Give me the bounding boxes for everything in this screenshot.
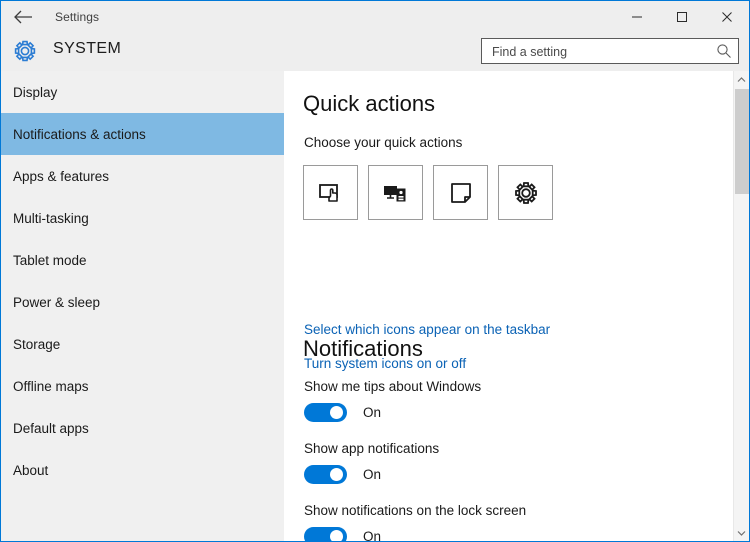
tablet-mode-icon	[318, 183, 338, 202]
settings-window: Settings SYSTEM Find a setting Display N…	[0, 0, 750, 542]
quick-action-tiles	[303, 165, 553, 220]
search-box[interactable]	[481, 38, 739, 65]
note-icon	[450, 182, 471, 203]
toggle-state-label: On	[363, 529, 382, 541]
settings-content: Quick actions Choose your quick actions	[286, 71, 733, 541]
setting-label-show-app-notifications: Show app notifications	[304, 441, 440, 456]
notifications-heading: Notifications	[303, 336, 423, 361]
toggle-show-tips[interactable]	[304, 403, 347, 422]
setting-row-lock-screen-notifications: On	[304, 527, 381, 541]
sidebar-item-apps-features[interactable]: Apps & features	[1, 155, 284, 197]
chevron-up-icon	[737, 76, 746, 82]
sidebar-item-label: Multi-tasking	[13, 210, 89, 226]
sidebar-item-offline-maps[interactable]: Offline maps	[1, 365, 284, 407]
sidebar-item-label: About	[13, 462, 49, 478]
sidebar-item-storage[interactable]: Storage	[1, 323, 284, 365]
page-title: SYSTEM	[53, 40, 122, 57]
quick-actions-subtitle: Choose your quick actions	[304, 135, 463, 150]
close-icon	[721, 11, 732, 22]
window-controls	[614, 1, 749, 32]
title-bar: Settings	[1, 1, 749, 32]
quick-action-tile-note[interactable]	[433, 165, 488, 220]
system-gear-icon	[11, 37, 39, 65]
back-arrow-icon	[14, 10, 32, 23]
sidebar-item-label: Power & sleep	[13, 294, 101, 310]
chevron-down-icon	[737, 530, 746, 536]
toggle-knob	[330, 468, 343, 481]
setting-label-lock-screen-notifications: Show notifications on the lock screen	[304, 503, 527, 518]
minimize-button[interactable]	[614, 1, 659, 32]
setting-label-show-tips: Show me tips about Windows	[304, 379, 482, 394]
sidebar-item-multi-tasking[interactable]: Multi-tasking	[1, 197, 284, 239]
close-button[interactable]	[704, 1, 749, 32]
setting-row-show-tips: On	[304, 403, 381, 422]
scrollbar-up-button[interactable]	[734, 71, 749, 88]
quick-actions-heading: Quick actions	[303, 91, 436, 116]
sidebar-item-label: Apps & features	[13, 168, 110, 184]
connect-display-icon	[383, 185, 405, 201]
toggle-state-label: On	[363, 467, 382, 482]
sidebar-item-label: Tablet mode	[13, 252, 87, 268]
search-input[interactable]	[490, 39, 709, 65]
toggle-show-app-notifications[interactable]	[304, 465, 347, 484]
quick-action-tile-connect[interactable]	[368, 165, 423, 220]
sidebar-item-label: Storage	[13, 336, 61, 352]
sidebar-item-notifications-actions[interactable]: Notifications & actions	[1, 113, 284, 155]
quick-action-tile-tablet-mode[interactable]	[303, 165, 358, 220]
sidebar-item-label: Offline maps	[13, 378, 89, 394]
minimize-icon	[631, 16, 642, 17]
sidebar-item-about[interactable]: About	[1, 449, 284, 491]
body-area: Display Notifications & actions Apps & f…	[1, 71, 749, 541]
setting-row-show-app-notifications: On	[304, 465, 381, 484]
maximize-button[interactable]	[659, 1, 704, 32]
back-button[interactable]	[1, 1, 47, 32]
link-select-taskbar-icons[interactable]: Select which icons appear on the taskbar	[304, 322, 550, 337]
sidebar-item-label: Notifications & actions	[13, 126, 146, 142]
toggle-knob	[330, 530, 343, 541]
scrollbar-down-button[interactable]	[734, 524, 749, 541]
scrollbar-thumb[interactable]	[735, 89, 749, 194]
toggle-state-label: On	[363, 405, 382, 420]
sidebar-item-display[interactable]: Display	[1, 71, 284, 113]
settings-gear-icon	[514, 181, 537, 204]
page-header: SYSTEM	[1, 32, 749, 71]
search-icon[interactable]	[716, 43, 732, 59]
toggle-knob	[330, 406, 343, 419]
sidebar-item-power-sleep[interactable]: Power & sleep	[1, 281, 284, 323]
sidebar-item-label: Display	[13, 84, 58, 100]
toggle-lock-screen-notifications[interactable]	[304, 527, 347, 541]
content-scrollbar[interactable]	[733, 71, 749, 541]
settings-sidebar: Display Notifications & actions Apps & f…	[1, 71, 284, 541]
window-title: Settings	[55, 9, 100, 24]
sidebar-item-label: Default apps	[13, 420, 89, 436]
sidebar-item-tablet-mode[interactable]: Tablet mode	[1, 239, 284, 281]
quick-action-tile-all-settings[interactable]	[498, 165, 553, 220]
maximize-icon	[676, 11, 687, 22]
sidebar-item-default-apps[interactable]: Default apps	[1, 407, 284, 449]
